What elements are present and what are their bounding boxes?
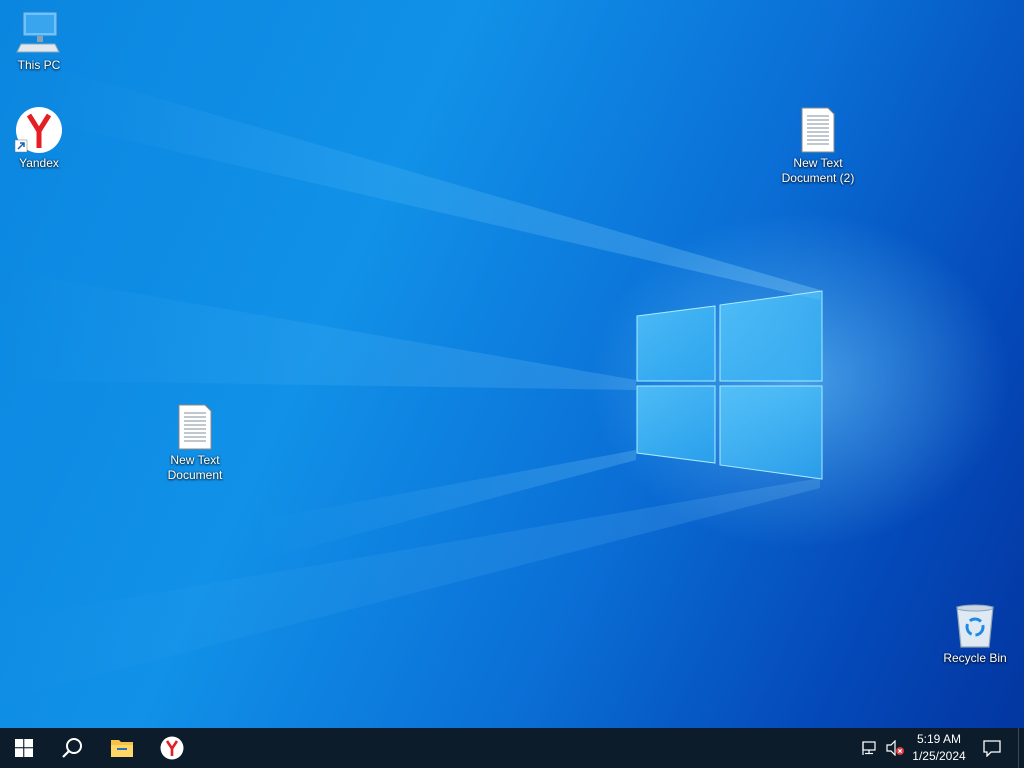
desktop-icon-label: Yandex: [19, 156, 59, 170]
desktop-icon-new-text-document[interactable]: New Text Document: [157, 403, 233, 483]
wallpaper: [0, 70, 823, 700]
taskbar: 5:19 AM 1/25/2024: [0, 728, 1024, 768]
yandex-browser-icon: [14, 106, 63, 154]
action-center-button[interactable]: [976, 728, 1008, 768]
search-icon: [62, 738, 82, 758]
action-center-icon: [983, 740, 1001, 757]
volume-muted-icon: [886, 740, 904, 756]
network-disconnected-icon: [862, 741, 876, 755]
show-desktop-button[interactable]: [1018, 728, 1024, 768]
recycle-bin-icon: [951, 601, 999, 649]
desktop-icon-new-text-document-2[interactable]: New Text Document (2): [780, 106, 856, 186]
label-line-1: New Text: [170, 453, 220, 467]
label-line-1: New Text: [793, 156, 843, 170]
yandex-browser-icon: [160, 736, 184, 760]
desktop-icon-recycle-bin[interactable]: Recycle Bin: [937, 601, 1013, 666]
desktop-icon-label: This PC: [17, 58, 61, 72]
desktop-icon-yandex[interactable]: Yandex: [1, 106, 77, 171]
search-button[interactable]: [48, 728, 96, 768]
label-line-2: Document: [167, 468, 223, 482]
desktop-icon-label: New Text Document: [157, 453, 233, 483]
taskbar-yandex[interactable]: [148, 728, 196, 768]
network-button[interactable]: [860, 728, 882, 768]
folder-icon: [111, 740, 133, 757]
label-line-2: Document (2): [781, 171, 855, 185]
text-document-icon: [794, 106, 842, 154]
clock-date: 1/25/2024: [912, 749, 966, 763]
windows-logo: [636, 290, 823, 480]
clock[interactable]: 5:19 AM 1/25/2024: [906, 731, 972, 765]
volume-button[interactable]: [884, 728, 906, 768]
computer-icon: [15, 8, 63, 56]
desktop[interactable]: This PC Yandex New Text Document (2) New…: [0, 0, 1024, 728]
taskbar-file-explorer[interactable]: [98, 728, 146, 768]
windows-start-icon: [15, 739, 33, 757]
desktop-icon-label: New Text Document (2): [780, 156, 856, 186]
desktop-icon-this-pc[interactable]: This PC: [1, 8, 77, 73]
desktop-icon-label: Recycle Bin: [943, 651, 1007, 665]
start-button[interactable]: [0, 728, 48, 768]
text-document-icon: [171, 403, 219, 451]
clock-time: 5:19 AM: [916, 732, 962, 746]
